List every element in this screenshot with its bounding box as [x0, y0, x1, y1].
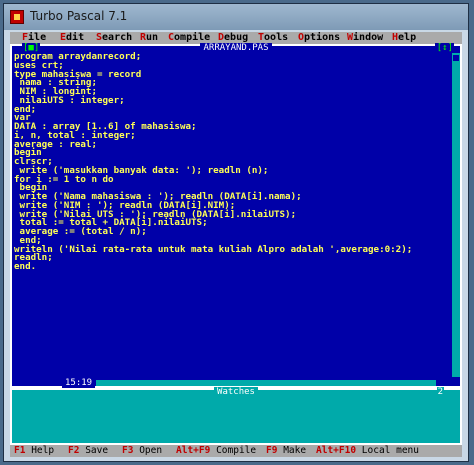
editor-filename: ARRAYAND.PAS: [200, 43, 272, 53]
horizontal-scrollbar[interactable]: [96, 380, 436, 386]
zoom-box-icon[interactable]: [↕]: [435, 43, 454, 53]
vertical-scrollbar[interactable]: [452, 53, 460, 377]
code-line[interactable]: readln;: [14, 253, 434, 263]
code-line[interactable]: average := (total / n);: [14, 227, 434, 237]
status-save[interactable]: F2 Save: [68, 445, 108, 457]
scroll-thumb[interactable]: [453, 55, 459, 61]
status-make[interactable]: F9 Make: [266, 445, 306, 457]
status-open[interactable]: F3 Open: [122, 445, 162, 457]
code-line[interactable]: begin: [14, 148, 434, 158]
watches-window[interactable]: Watches 2: [10, 387, 462, 445]
code-line[interactable]: end.: [14, 262, 434, 272]
code-line[interactable]: for i := 1 to n do: [14, 175, 434, 185]
code-area[interactable]: program arraydanrecord; uses crt; type mah…: [14, 52, 434, 272]
status-compile[interactable]: Alt+F9 Compile: [176, 445, 256, 457]
app-window: Turbo Pascal 7.1 File Edit Search Run Co…: [3, 3, 469, 462]
code-line[interactable]: average : real;: [14, 140, 434, 150]
status-local-menu[interactable]: Alt+F10 Local menu: [316, 445, 419, 457]
dos-screen: File Edit Search Run Compile Debug Tools…: [10, 32, 462, 457]
code-line[interactable]: end;: [14, 105, 434, 115]
status-help[interactable]: F1 Help: [14, 445, 54, 457]
turbo-pascal-app-icon: [10, 10, 24, 24]
code-line[interactable]: writeln ('Nilai rata-rata untuk mata kul…: [14, 245, 434, 255]
watches-title-label: Watches: [214, 387, 258, 397]
code-line[interactable]: nilaiUTS : integer;: [14, 96, 434, 106]
watches-window-number: 2: [436, 387, 444, 397]
code-line[interactable]: program arraydanrecord;: [14, 52, 434, 62]
watches-title: Watches: [12, 387, 460, 397]
title-bar[interactable]: Turbo Pascal 7.1: [4, 4, 468, 30]
window-title: Turbo Pascal 7.1: [30, 9, 128, 23]
editor-window[interactable]: [■] ARRAYAND.PAS 1 [↕] program arraydanr…: [10, 43, 462, 388]
status-bar: F1 Help F2 Save F3 Open Alt+F9 Compile F…: [10, 445, 462, 457]
